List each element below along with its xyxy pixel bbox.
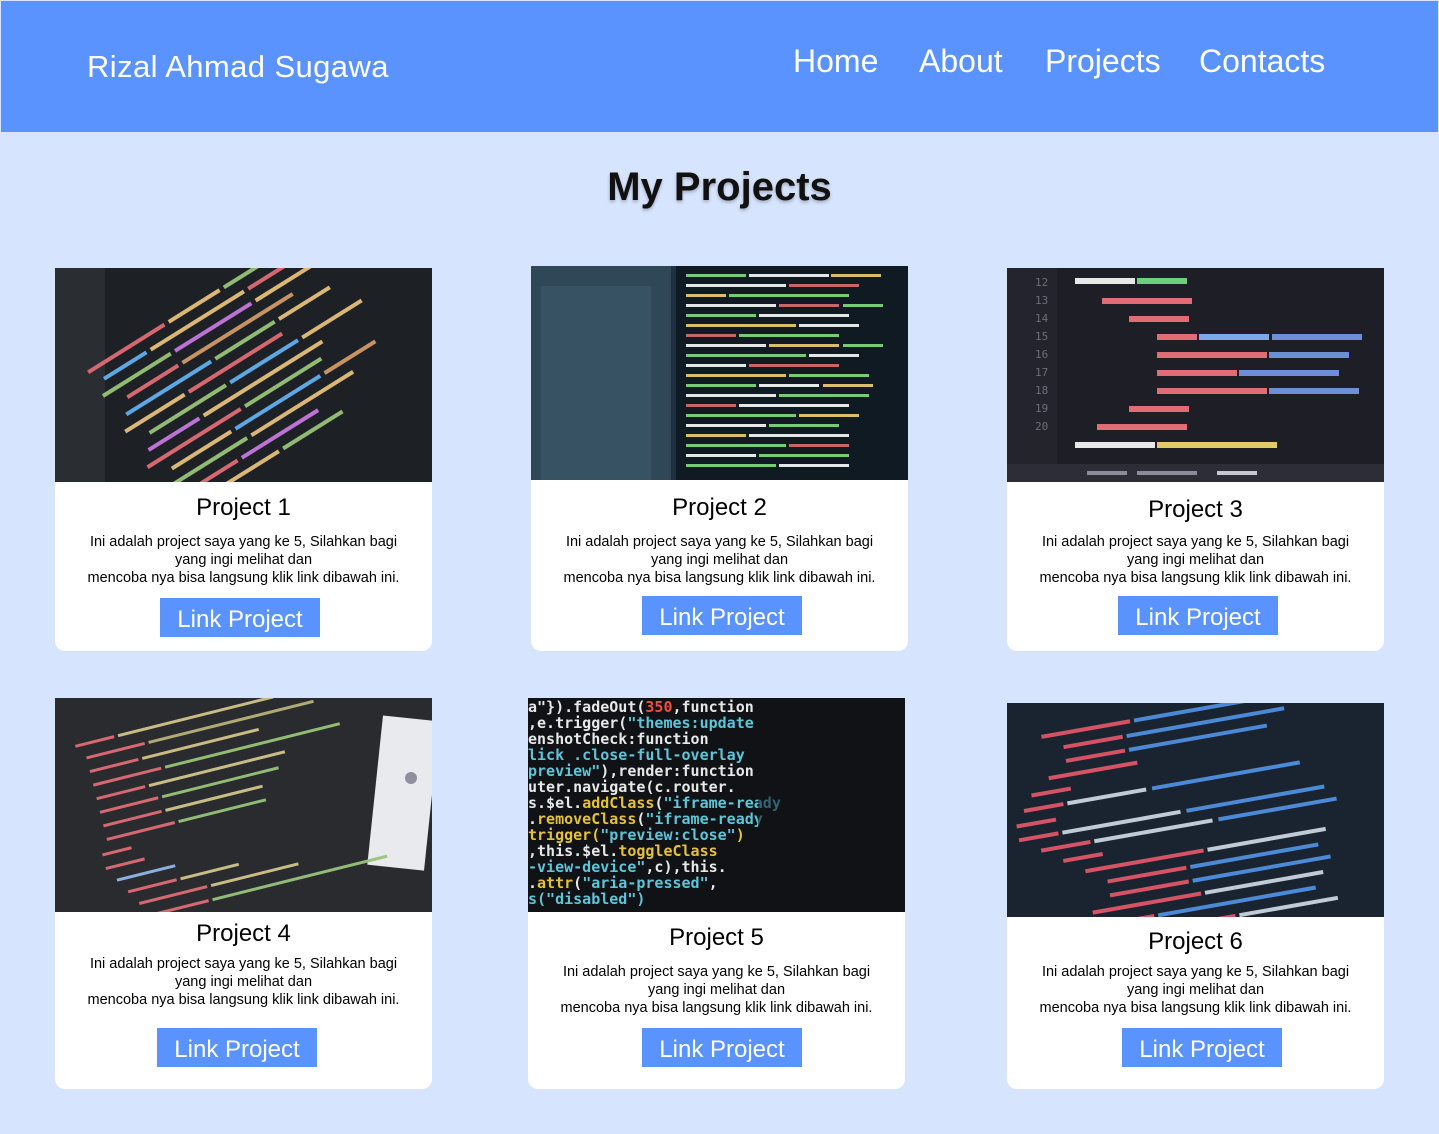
link-project-button[interactable]: Link Project bbox=[1118, 596, 1278, 635]
project-title: Project 5 bbox=[669, 924, 764, 951]
nav-link-about[interactable]: About bbox=[919, 43, 1003, 80]
project-title: Project 3 bbox=[1148, 496, 1243, 523]
navbar: Rizal Ahmad Sugawa Home About Projects C… bbox=[1, 1, 1438, 132]
project-card: 12 13 14 15 16 17 18 19 20 Project 3 Ini a bbox=[1007, 268, 1384, 651]
svg-text:16: 16 bbox=[1035, 348, 1048, 361]
project-title: Project 4 bbox=[196, 920, 291, 947]
project-thumbnail bbox=[55, 268, 432, 482]
project-thumbnail bbox=[55, 698, 432, 912]
project-description: Ini adalah project saya yang ke 5, Silah… bbox=[560, 964, 873, 1016]
svg-text:18: 18 bbox=[1035, 384, 1048, 397]
project-description: Ini adalah project saya yang ke 5, Silah… bbox=[87, 534, 400, 586]
project-card: Project 2 Ini adalah project saya yang k… bbox=[531, 266, 908, 651]
svg-text:13: 13 bbox=[1035, 294, 1048, 307]
project-description: Ini adalah project saya yang ke 5, Silah… bbox=[87, 956, 400, 1008]
nav-link-projects[interactable]: Projects bbox=[1045, 43, 1161, 80]
svg-text:17: 17 bbox=[1035, 366, 1048, 379]
link-project-button[interactable]: Link Project bbox=[157, 1028, 317, 1067]
project-card: Project 1 Ini adalah project saya yang k… bbox=[55, 268, 432, 651]
project-card: a"}).fadeOut(350,function ,e.trigger("th… bbox=[528, 698, 905, 1089]
project-thumbnail: 12 13 14 15 16 17 18 19 20 bbox=[1007, 268, 1384, 482]
project-thumbnail bbox=[531, 266, 908, 480]
project-description: Ini adalah project saya yang ke 5, Silah… bbox=[563, 534, 876, 586]
project-thumbnail bbox=[1007, 703, 1384, 917]
project-card: Project 4 Ini adalah project saya yang k… bbox=[55, 698, 432, 1089]
site-brand[interactable]: Rizal Ahmad Sugawa bbox=[87, 49, 389, 85]
link-project-button[interactable]: Link Project bbox=[160, 598, 320, 637]
page: Rizal Ahmad Sugawa Home About Projects C… bbox=[0, 0, 1439, 1134]
link-project-button[interactable]: Link Project bbox=[1122, 1028, 1282, 1067]
project-title: Project 2 bbox=[672, 494, 767, 521]
svg-text:12: 12 bbox=[1035, 276, 1048, 289]
link-project-button[interactable]: Link Project bbox=[642, 596, 802, 635]
svg-text:15: 15 bbox=[1035, 330, 1048, 343]
svg-text:s("disabled"): s("disabled") bbox=[528, 890, 645, 908]
svg-text:20: 20 bbox=[1035, 420, 1048, 433]
project-description: Ini adalah project saya yang ke 5, Silah… bbox=[1039, 964, 1352, 1016]
nav-link-contacts[interactable]: Contacts bbox=[1199, 43, 1325, 80]
svg-text:19: 19 bbox=[1035, 402, 1048, 415]
project-description: Ini adalah project saya yang ke 5, Silah… bbox=[1039, 534, 1352, 586]
project-card: Project 6 Ini adalah project saya yang k… bbox=[1007, 703, 1384, 1089]
svg-text:14: 14 bbox=[1035, 312, 1049, 325]
page-title: My Projects bbox=[607, 165, 832, 209]
nav-link-home[interactable]: Home bbox=[793, 43, 878, 80]
project-thumbnail: a"}).fadeOut(350,function ,e.trigger("th… bbox=[528, 698, 905, 912]
project-title: Project 6 bbox=[1148, 928, 1243, 955]
project-title: Project 1 bbox=[196, 494, 291, 521]
link-project-button[interactable]: Link Project bbox=[642, 1028, 802, 1067]
